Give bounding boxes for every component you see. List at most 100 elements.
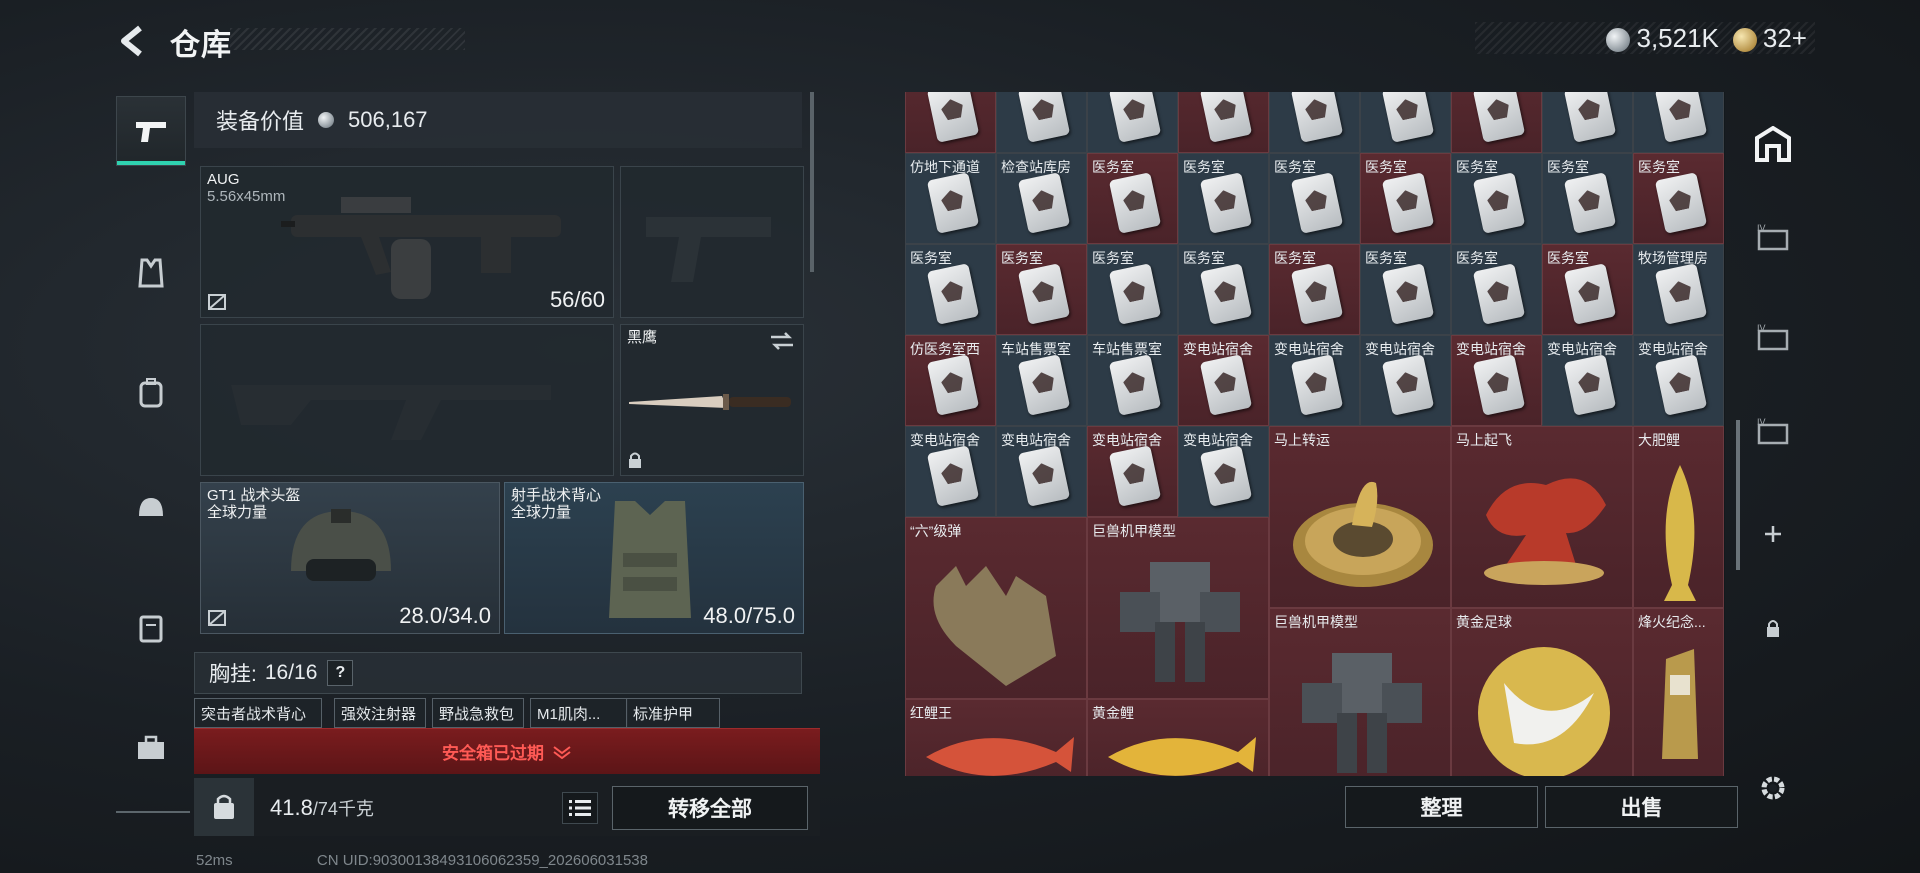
- stash-key-card[interactable]: [1633, 92, 1724, 153]
- stash-item-red-carp-king[interactable]: 红鲤王: [905, 699, 1087, 776]
- stash-key-card[interactable]: 医务室: [1451, 153, 1542, 244]
- add-stash-button[interactable]: [1745, 506, 1801, 562]
- item-label: 医务室: [1092, 250, 1134, 266]
- stash-key-card[interactable]: 车站售票室: [1087, 335, 1178, 426]
- settings-button[interactable]: [1745, 760, 1801, 816]
- stash-key-card[interactable]: 变电站宿舍: [1451, 335, 1542, 426]
- secondary-weapon-slot[interactable]: [200, 324, 614, 476]
- helmet-slot[interactable]: GT1 战术头盔 全球力量 28.0/34.0: [200, 482, 500, 634]
- pistol-icon: [136, 122, 166, 142]
- stash-key-card[interactable]: 仿地下通道: [905, 153, 996, 244]
- stash-key-card[interactable]: [1360, 92, 1451, 153]
- chip-item-2[interactable]: 野战急救包: [432, 698, 524, 728]
- melee-slot[interactable]: 黑鹰: [620, 324, 804, 476]
- stash-key-card[interactable]: [1542, 92, 1633, 153]
- stash-key-card[interactable]: 医务室: [1360, 153, 1451, 244]
- stash-key-card[interactable]: [1269, 92, 1360, 153]
- stash-key-card[interactable]: 医务室: [1542, 153, 1633, 244]
- stash-key-card[interactable]: 医务室: [996, 244, 1087, 335]
- weight-icon: [214, 794, 234, 819]
- vest-slot[interactable]: 射手战术背心 全球力量 48.0/75.0: [504, 482, 804, 634]
- help-button[interactable]: ?: [327, 660, 354, 686]
- stash-key-card[interactable]: [1451, 92, 1542, 153]
- stash-key-card[interactable]: [905, 92, 996, 153]
- stash-key-card[interactable]: 医务室: [1360, 244, 1451, 335]
- primary-weapon-slot[interactable]: AUG 5.56x45mm 56/60: [200, 166, 614, 318]
- tab-weapons[interactable]: [116, 96, 186, 166]
- stash-item-mecha-model-1[interactable]: 巨兽机甲模型: [1087, 517, 1269, 699]
- locked-stash-page[interactable]: [1745, 600, 1801, 656]
- swap-icon[interactable]: [769, 331, 795, 351]
- mecha-model-image: [1302, 653, 1422, 773]
- tab-backpack[interactable]: [116, 358, 186, 428]
- stash-key-card[interactable]: 检查站库房: [996, 153, 1087, 244]
- stash-item-mashang-zhuanyun[interactable]: 马上转运: [1269, 426, 1451, 608]
- back-button[interactable]: [112, 22, 152, 60]
- sidearm-slot[interactable]: [620, 166, 804, 318]
- stash-key-card[interactable]: 变电站宿舍: [905, 426, 996, 517]
- key-card-image: [1472, 172, 1526, 234]
- stash-page-2[interactable]: IV: [1745, 210, 1801, 266]
- item-label: 黄金足球: [1456, 614, 1512, 630]
- item-label: 马上转运: [1274, 432, 1330, 448]
- chip-item-3[interactable]: M1肌肉...: [530, 698, 628, 728]
- stash-key-card[interactable]: 变电站宿舍: [1178, 426, 1269, 517]
- stash-item-mashang-qifei[interactable]: 马上起飞: [1451, 426, 1633, 608]
- stash-key-card[interactable]: 医务室: [1269, 153, 1360, 244]
- stash-key-card[interactable]: 医务室: [1178, 153, 1269, 244]
- sort-button[interactable]: 整理: [1345, 786, 1538, 828]
- tab-armor[interactable]: [116, 593, 186, 663]
- list-view-button[interactable]: [562, 792, 598, 824]
- ammo-count: 56/60: [549, 287, 605, 312]
- tab-vest[interactable]: [116, 238, 186, 308]
- bullet-hand-image: [933, 566, 1056, 686]
- currency-silver[interactable]: 3,521K: [1606, 23, 1719, 54]
- stash-key-card[interactable]: 车站售票室: [996, 335, 1087, 426]
- stash-key-card[interactable]: 变电站宿舍: [1633, 335, 1724, 426]
- stash-key-card[interactable]: 变电站宿舍: [996, 426, 1087, 517]
- stash-key-card[interactable]: 变电站宿舍: [1178, 335, 1269, 426]
- mecha-model-image: [1120, 562, 1240, 682]
- stash-key-card[interactable]: 医务室: [905, 244, 996, 335]
- stash-key-card[interactable]: [996, 92, 1087, 153]
- stash-key-card[interactable]: 医务室: [1087, 153, 1178, 244]
- stash-key-card[interactable]: 仿医务室西: [905, 335, 996, 426]
- stash-key-card[interactable]: 医务室: [1633, 153, 1724, 244]
- stash-page-3[interactable]: IV: [1745, 310, 1801, 366]
- stash-item-golden-carp[interactable]: 黄金鲤: [1087, 699, 1269, 776]
- weight-lock-button[interactable]: [194, 778, 254, 836]
- stash-key-card[interactable]: 变电站宿舍: [1269, 335, 1360, 426]
- stash-item-mecha-model-2[interactable]: 巨兽机甲模型: [1269, 608, 1451, 776]
- key-card-image: [1290, 354, 1344, 416]
- sell-button[interactable]: 出售: [1545, 786, 1738, 828]
- stash-key-card[interactable]: 医务室: [1087, 244, 1178, 335]
- tab-tools[interactable]: [116, 713, 186, 783]
- stash-key-card[interactable]: 医务室: [1451, 244, 1542, 335]
- transfer-all-button[interactable]: 转移全部: [612, 786, 808, 830]
- stash-item-da-feili[interactable]: 大肥鲤: [1633, 426, 1724, 608]
- currency-gold[interactable]: 32+: [1732, 23, 1807, 54]
- stash-key-card[interactable]: 医务室: [1269, 244, 1360, 335]
- stash-key-card[interactable]: 医务室: [1542, 244, 1633, 335]
- stash-key-card[interactable]: 变电站宿舍: [1360, 335, 1451, 426]
- stash-key-card[interactable]: [1087, 92, 1178, 153]
- stash-key-card[interactable]: 变电站宿舍: [1087, 426, 1178, 517]
- safebox-expired-banner[interactable]: 安全箱已过期: [194, 728, 820, 774]
- chip-item-0[interactable]: 突击者战术背心: [194, 698, 322, 728]
- stash-key-card[interactable]: [1178, 92, 1269, 153]
- weapon-caliber: 5.56x45mm: [207, 188, 286, 205]
- stash-key-card[interactable]: 变电站宿舍: [1542, 335, 1633, 426]
- stash-key-card[interactable]: 医务室: [1178, 244, 1269, 335]
- stash-key-card[interactable]: 牧场管理房: [1633, 244, 1724, 335]
- stash-item-liu-ji-dan[interactable]: “六”级弹: [905, 517, 1087, 699]
- vest-name: 射手战术背心: [511, 487, 602, 504]
- loadout-scrollbar[interactable]: [810, 92, 814, 272]
- stash-home-tab[interactable]: [1745, 116, 1801, 172]
- stash-item-golden-football[interactable]: 黄金足球: [1451, 608, 1633, 776]
- chip-item-1[interactable]: 强效注射器: [334, 698, 426, 728]
- stash-scrollbar[interactable]: [1736, 420, 1740, 570]
- chip-item-4[interactable]: 标准护甲: [626, 698, 720, 728]
- stash-page-4[interactable]: IV: [1745, 404, 1801, 460]
- tab-helmet[interactable]: [116, 473, 186, 543]
- stash-item-beacon-memorial[interactable]: 烽火纪念...: [1633, 608, 1724, 776]
